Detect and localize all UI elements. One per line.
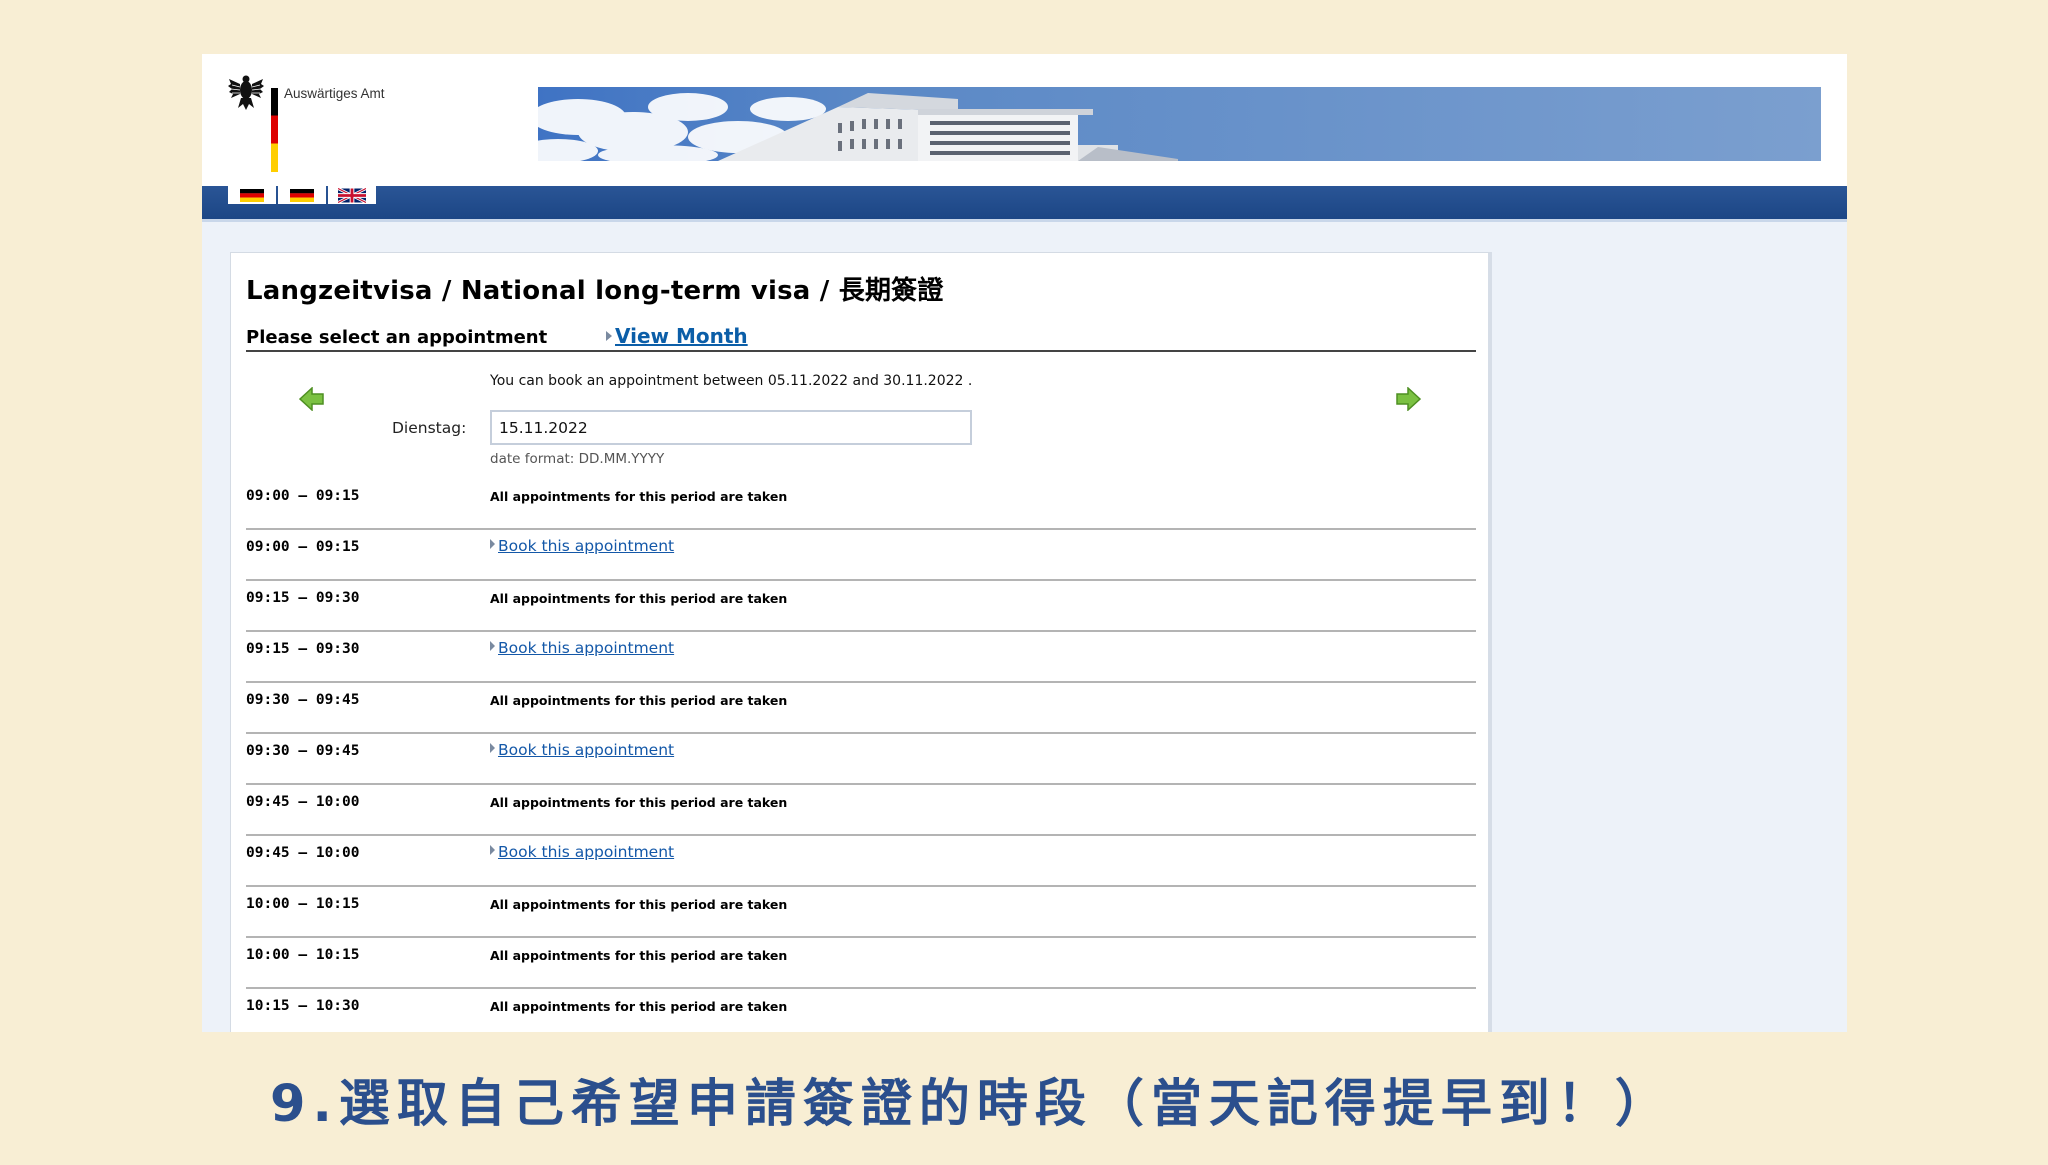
- view-month-link[interactable]: View Month: [606, 324, 748, 348]
- weekday-label: Dienstag:: [392, 419, 467, 437]
- slot-time: 09:15 — 09:30: [246, 641, 360, 657]
- book-appointment-link[interactable]: Book this appointment: [490, 843, 674, 861]
- appointment-row: 09:00 — 09:15 Book this appointment: [246, 530, 1476, 581]
- slot-time: 09:45 — 10:00: [246, 845, 360, 861]
- triangle-bullet-icon: [490, 641, 495, 651]
- book-link-label: Book this appointment: [498, 639, 675, 657]
- appointment-row: 09:00 — 09:15 All appointments for this …: [246, 479, 1476, 530]
- slot-taken-text: All appointments for this period are tak…: [490, 948, 788, 963]
- subheading-row: Please select an appointment View Month: [246, 324, 1476, 352]
- german-color-bar: [271, 88, 278, 172]
- book-appointment-link[interactable]: Book this appointment: [490, 741, 674, 759]
- slot-taken-text: All appointments for this period are tak…: [490, 897, 788, 912]
- slot-time: 09:00 — 09:15: [246, 539, 360, 555]
- appointment-row: 09:45 — 10:00 All appointments for this …: [246, 785, 1476, 836]
- appointment-row: 09:15 — 09:30 All appointments for this …: [246, 581, 1476, 632]
- page-title: Langzeitvisa / National long-term visa /…: [246, 276, 944, 306]
- appointment-row: 09:30 — 09:45 All appointments for this …: [246, 683, 1476, 734]
- book-link-label: Book this appointment: [498, 741, 675, 759]
- appointment-row: 09:30 — 09:45 Book this appointment: [246, 734, 1476, 785]
- date-format-hint: date format: DD.MM.YYYY: [490, 451, 665, 467]
- book-appointment-link[interactable]: Book this appointment: [490, 537, 674, 555]
- slot-taken-text: All appointments for this period are tak…: [490, 591, 788, 606]
- triangle-bullet-icon: [490, 743, 495, 753]
- language-en-link[interactable]: [328, 186, 376, 204]
- browser-screenshot: Auswärtiges Amt Langzeitvisa / National …: [202, 54, 1847, 1032]
- slot-taken-text: All appointments for this period are tak…: [490, 489, 788, 504]
- step-caption: 9.選取自己希望申請簽證的時段（當天記得提早到！）: [270, 1075, 1673, 1134]
- book-link-label: Book this appointment: [498, 843, 675, 861]
- appointment-row: 10:15 — 10:30 All appointments for this …: [246, 989, 1476, 1032]
- triangle-bullet-icon: [490, 539, 495, 549]
- appointment-panel: Langzeitvisa / National long-term visa /…: [230, 252, 1492, 1032]
- next-arrow-icon[interactable]: [1395, 387, 1421, 411]
- appointment-row: 10:00 — 10:15 All appointments for this …: [246, 887, 1476, 938]
- appointment-row: 09:15 — 09:30 Book this appointment: [246, 632, 1476, 683]
- site-logo[interactable]: Auswärtiges Amt: [228, 72, 428, 172]
- language-de-link[interactable]: [228, 186, 276, 204]
- prev-arrow-icon[interactable]: [299, 387, 325, 411]
- de-flag-icon: [290, 188, 314, 202]
- logo-text: Auswärtiges Amt: [284, 86, 385, 101]
- slot-time: 09:45 — 10:00: [246, 794, 360, 810]
- triangle-bullet-icon: [606, 331, 612, 341]
- appointment-row: 09:45 — 10:00 Book this appointment: [246, 836, 1476, 887]
- slot-time: 09:15 — 09:30: [246, 590, 360, 606]
- select-appointment-label: Please select an appointment: [246, 327, 548, 348]
- appointment-row: 10:00 — 10:15 All appointments for this …: [246, 938, 1476, 989]
- nav-bar: [202, 186, 1847, 222]
- slot-time: 09:30 — 09:45: [246, 743, 360, 759]
- slot-taken-text: All appointments for this period are tak…: [490, 795, 788, 810]
- slot-taken-text: All appointments for this period are tak…: [490, 999, 788, 1014]
- triangle-bullet-icon: [490, 845, 495, 855]
- book-link-label: Book this appointment: [498, 537, 675, 555]
- slot-time: 09:00 — 09:15: [246, 488, 360, 504]
- slot-time: 10:15 — 10:30: [246, 998, 360, 1014]
- date-input[interactable]: [490, 410, 972, 445]
- view-month-label: View Month: [615, 324, 748, 348]
- slot-time: 09:30 — 09:45: [246, 692, 360, 708]
- booking-range-info: You can book an appointment between 05.1…: [490, 373, 973, 389]
- slot-time: 10:00 — 10:15: [246, 947, 360, 963]
- slot-taken-text: All appointments for this period are tak…: [490, 693, 788, 708]
- site-header: Auswärtiges Amt: [202, 54, 1847, 186]
- de-flag-icon: [240, 188, 264, 202]
- appointment-slot-list: 09:00 — 09:15 All appointments for this …: [246, 479, 1476, 1032]
- header-banner-image: [538, 87, 1821, 161]
- book-appointment-link[interactable]: Book this appointment: [490, 639, 674, 657]
- eagle-icon: [228, 75, 264, 110]
- slot-time: 10:00 — 10:15: [246, 896, 360, 912]
- uk-flag-icon: [338, 187, 366, 203]
- language-de-link-2[interactable]: [278, 186, 326, 204]
